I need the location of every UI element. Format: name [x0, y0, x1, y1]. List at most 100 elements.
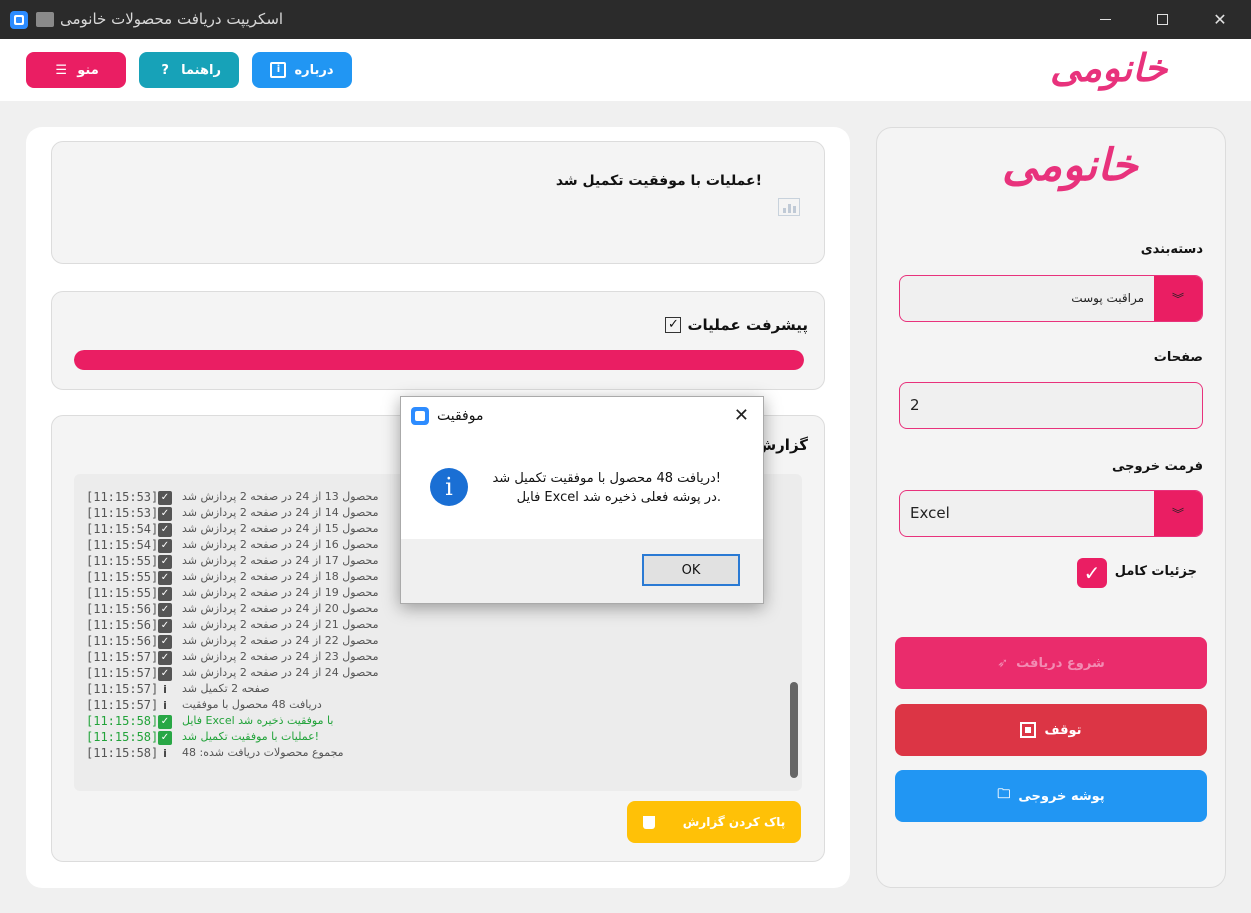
start-button[interactable]: شروع دریافت ➶: [895, 637, 1207, 689]
log-row: [11:15:57] ✓ محصول 23 از 24 در صفحه 2 پردا…: [86, 650, 786, 666]
title-bar: اسکریپت دریافت محصولات خانومی ✕: [0, 0, 1251, 39]
log-message: با موفقیت ذخیره شد Excel فایل: [182, 714, 334, 727]
log-message: محصول 21 از 24 در صفحه 2 پردازش شد: [182, 618, 379, 631]
app-icon: [10, 11, 28, 29]
progress-bar: [74, 350, 804, 370]
pages-value: 2: [910, 396, 920, 414]
success-check-icon: ✓: [158, 731, 172, 745]
chevron-down-icon[interactable]: ︾: [1154, 276, 1202, 321]
log-timestamp: [11:15:53]: [86, 506, 159, 520]
log-row: [11:15:56] ✓ محصول 21 از 24 در صفحه 2 پردا…: [86, 618, 786, 634]
check-icon: ✓: [158, 523, 172, 537]
check-icon: ✓: [158, 507, 172, 521]
category-label: دسته‌بندی: [1140, 242, 1203, 257]
log-timestamp: [11:15:56]: [86, 634, 159, 648]
log-message: محصول 20 از 24 در صفحه 2 پردازش شد: [182, 602, 379, 615]
status-message: !عملیات با موفقیت تکمیل شد: [555, 173, 762, 189]
log-timestamp: [11:15:55]: [86, 554, 159, 568]
log-timestamp: [11:15:56]: [86, 618, 159, 632]
progress-fill: [74, 350, 804, 370]
log-scrollbar[interactable]: [790, 682, 798, 778]
chevron-down-icon[interactable]: ︾: [1154, 491, 1202, 536]
check-icon: ✓: [158, 587, 172, 601]
log-row: [11:15:56] ✓ محصول 20 از 24 در صفحه 2 پردا…: [86, 602, 786, 618]
log-timestamp: [11:15:58]: [86, 746, 159, 760]
details-checkbox[interactable]: ✓: [1077, 558, 1107, 588]
header-logo: خانومی: [1050, 45, 1168, 90]
log-message: !عملیات با موفقیت تکمیل شد: [182, 730, 320, 743]
minimize-button[interactable]: [1076, 0, 1134, 39]
check-icon: ✓: [158, 555, 172, 569]
close-button[interactable]: ✕: [1191, 0, 1249, 39]
log-timestamp: [11:15:57]: [86, 666, 159, 680]
window-title: اسکریپت دریافت محصولات خانومی: [60, 10, 284, 28]
log-message: محصول 24 از 24 در صفحه 2 پردازش شد: [182, 666, 379, 679]
log-message: محصول 22 از 24 در صفحه 2 پردازش شد: [182, 634, 379, 647]
output-folder-button[interactable]: پوشه خروجی 🗀: [895, 770, 1207, 822]
dialog-message: !دریافت 48 محصول با موفقیت تکمیل شد .در …: [492, 469, 721, 507]
checkbox-icon: ✓: [665, 317, 682, 333]
info-icon: i: [163, 699, 167, 712]
menu-button[interactable]: منو ☰: [26, 52, 126, 88]
dialog-line-2: .در پوشه فعلی ذخیره شد Excel فایل: [516, 490, 721, 505]
status-card: !عملیات با موفقیت تکمیل شد: [51, 141, 825, 264]
header: منو ☰ راهنما ? درباره i خانومی: [0, 39, 1251, 101]
log-row: [11:15:57] ✓ محصول 24 از 24 در صفحه 2 پردا…: [86, 666, 786, 682]
info-icon: i: [163, 683, 167, 696]
settings-panel: خانومی دسته‌بندی مراقبت پوست ︾ صفحات 2 ف…: [876, 127, 1226, 888]
question-icon: ?: [161, 62, 169, 78]
log-timestamp: [11:15:58]: [86, 730, 159, 744]
log-message: صفحه 2 تکمیل شد: [182, 682, 270, 695]
log-row: [11:15:56] ✓ محصول 22 از 24 در صفحه 2 پردا…: [86, 634, 786, 650]
log-message: محصول 14 از 24 در صفحه 2 پردازش شد: [182, 506, 379, 519]
check-icon: ✓: [158, 667, 172, 681]
folder-icon: 🗀: [997, 787, 1011, 802]
about-label: درباره: [294, 62, 334, 78]
log-message: دریافت 48 محصول با موفقیت: [182, 698, 322, 711]
ok-button[interactable]: OK: [642, 554, 740, 586]
log-row: [11:15:58] i مجموع محصولات دریافت شده: 48: [86, 746, 786, 762]
check-icon: ✓: [158, 619, 172, 633]
progress-title: پیشرفت عملیات: [687, 316, 808, 334]
log-message: محصول 13 از 24 در صفحه 2 پردازش شد: [182, 490, 379, 503]
log-message: محصول 17 از 24 در صفحه 2 پردازش شد: [182, 554, 379, 567]
chart-icon: [778, 198, 800, 216]
format-select[interactable]: Excel ︾: [899, 490, 1203, 537]
log-timestamp: [11:15:57]: [86, 650, 159, 664]
trash-icon: [642, 815, 655, 829]
pages-input[interactable]: 2: [899, 382, 1203, 429]
category-select[interactable]: مراقبت پوست ︾: [899, 275, 1203, 322]
success-dialog: موفقیت ✕ i !دریافت 48 محصول با موفقیت تک…: [400, 396, 764, 604]
check-icon: ✓: [158, 571, 172, 585]
minimize-icon: [1099, 19, 1111, 20]
maximize-button[interactable]: [1133, 0, 1191, 39]
log-row: [11:15:58] ✓ !عملیات با موفقیت تکمیل شد: [86, 730, 786, 746]
clear-label: پاک کردن گزارش: [682, 815, 786, 829]
progress-title-row: پیشرفت عملیات ✓: [665, 316, 808, 334]
sidebar-logo: خانومی: [1002, 140, 1138, 191]
log-timestamp: [11:15:54]: [86, 522, 159, 536]
check-icon: ✓: [158, 635, 172, 649]
about-button[interactable]: درباره i: [252, 52, 352, 88]
help-button[interactable]: راهنما ?: [139, 52, 239, 88]
details-checkbox-row[interactable]: جزئیات کامل ✓: [1077, 558, 1197, 588]
category-value: مراقبت پوست: [1071, 291, 1144, 305]
log-timestamp: [11:15:58]: [86, 714, 159, 728]
details-label: جزئیات کامل: [1114, 564, 1197, 579]
stop-button[interactable]: توقف: [895, 704, 1207, 756]
menu-label: منو: [77, 62, 99, 78]
success-check-icon: ✓: [158, 715, 172, 729]
log-message: محصول 16 از 24 در صفحه 2 پردازش شد: [182, 538, 379, 551]
info-icon: i: [270, 62, 287, 78]
format-label: فرمت خروجی: [1112, 459, 1203, 474]
log-timestamp: [11:15:56]: [86, 602, 159, 616]
clear-report-button[interactable]: پاک کردن گزارش: [627, 801, 801, 843]
check-icon: ✓: [158, 603, 172, 617]
log-timestamp: [11:15:57]: [86, 698, 159, 712]
close-icon: ✕: [1213, 10, 1227, 29]
dialog-close-button[interactable]: ✕: [734, 405, 749, 426]
check-icon: ✓: [158, 539, 172, 553]
stop-label: توقف: [1044, 722, 1082, 738]
format-value: Excel: [910, 504, 950, 522]
rocket-icon: ➶: [997, 655, 1009, 671]
